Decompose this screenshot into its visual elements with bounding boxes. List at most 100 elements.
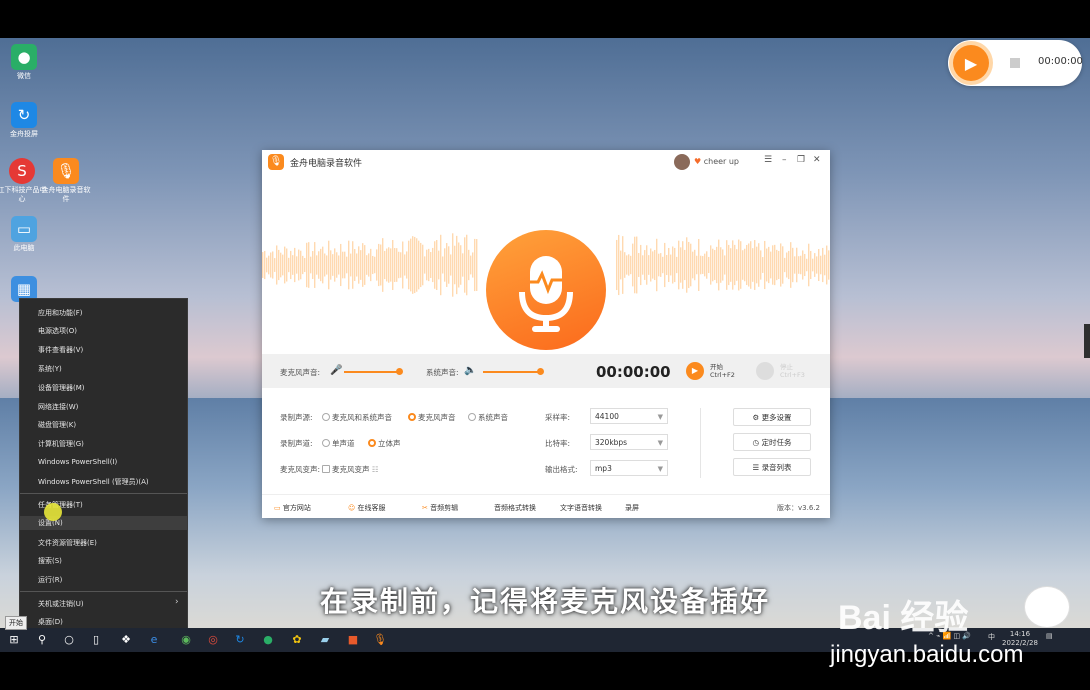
- format-select[interactable]: mp3 ▼: [590, 460, 668, 476]
- official-site-link[interactable]: ▭ 官方网站: [274, 503, 311, 513]
- recorder-taskbar-icon[interactable]: 🎙: [372, 632, 388, 648]
- waveform-bar: [316, 255, 318, 275]
- minimize-button[interactable]: –: [782, 155, 787, 165]
- waveform-bar: [814, 253, 816, 277]
- waveform-bar: [812, 258, 814, 272]
- waveform-bar: [744, 248, 746, 282]
- waveform-bar: [272, 251, 274, 279]
- menu-item[interactable]: 设置(N): [20, 516, 187, 530]
- timed-task-button[interactable]: ◷ 定时任务: [733, 433, 811, 451]
- tts-link[interactable]: 文字语音转换: [560, 503, 602, 513]
- waveform-bar: [824, 254, 826, 276]
- start-record-button[interactable]: ▶: [686, 362, 704, 380]
- record-list-button[interactable]: ☰ 录音列表: [733, 458, 811, 476]
- waveform-bar: [650, 248, 652, 282]
- app-grid-icon[interactable]: ❖: [118, 632, 134, 648]
- source-option-system[interactable]: 系统声音: [468, 412, 508, 423]
- windows-start-icon[interactable]: ⊞: [6, 632, 22, 648]
- audio-convert-link[interactable]: 音频格式转换: [494, 503, 536, 513]
- mini-stop-button[interactable]: [1010, 58, 1020, 68]
- menu-item[interactable]: 系统(Y): [38, 364, 62, 374]
- mascot-sticker: [1024, 586, 1070, 628]
- desktop-icon-screencast[interactable]: ↻ 金舟投屏: [0, 102, 50, 139]
- menu-item[interactable]: 磁盘管理(K): [38, 420, 76, 430]
- audio-edit-link[interactable]: ✂ 音频剪辑: [422, 503, 458, 513]
- channel-option-stereo[interactable]: 立体声: [368, 438, 401, 449]
- desktop-icon-recorder[interactable]: 🎙 金舟电脑录音软件: [40, 158, 92, 204]
- menu-item[interactable]: 计算机管理(G): [38, 439, 84, 449]
- desktop-icon-computer[interactable]: ▭ 此电脑: [0, 216, 50, 253]
- voice-change-checkbox[interactable]: 麦克风变声 ☷: [322, 464, 379, 475]
- sample-rate-select[interactable]: 44100 ▼: [590, 408, 668, 424]
- radio-icon: [322, 439, 330, 447]
- waveform-bar: [436, 240, 438, 290]
- waveform-bar: [396, 248, 398, 282]
- waveform-bar: [462, 253, 464, 277]
- notification-icon[interactable]: ▤: [1046, 632, 1053, 640]
- video-app-icon[interactable]: ■: [345, 632, 361, 648]
- waveform-bar: [702, 256, 704, 274]
- waveform-bar: [360, 250, 362, 280]
- channel-option-mono[interactable]: 单声道: [322, 438, 355, 449]
- menu-item[interactable]: 网络连接(W): [38, 402, 78, 412]
- waveform-bar: [348, 240, 350, 290]
- waveform-bar: [312, 251, 314, 279]
- mini-play-button[interactable]: ▶: [953, 45, 989, 81]
- task-view-icon[interactable]: ▯: [88, 632, 104, 648]
- footer-link-text: 在线客服: [357, 504, 386, 512]
- cortana-icon[interactable]: ○: [61, 632, 77, 648]
- system-volume-knob[interactable]: [537, 368, 544, 375]
- more-settings-button[interactable]: ⚙ 更多设置: [733, 408, 811, 426]
- waveform-bar: [474, 238, 476, 292]
- radio-icon: [468, 413, 476, 421]
- chrome-icon[interactable]: ◎: [205, 632, 221, 648]
- waveform-bar: [640, 244, 642, 286]
- search-icon[interactable]: ⚲: [34, 632, 50, 648]
- waveform-bar: [450, 254, 452, 276]
- menu-item[interactable]: 应用和功能(F): [38, 308, 83, 318]
- waveform-bar: [276, 245, 278, 285]
- menu-item[interactable]: 电源选项(O): [38, 326, 77, 336]
- source-option-both[interactable]: 麦克风和系统声音: [322, 412, 392, 423]
- screen-record-link[interactable]: 录屏: [625, 503, 639, 513]
- waveform-bar: [634, 236, 636, 294]
- settings-divider: [700, 408, 701, 478]
- waveform-bar: [448, 246, 450, 284]
- waveform-bar: [380, 244, 382, 286]
- menu-item[interactable]: Windows PowerShell (管理员)(A): [38, 477, 149, 487]
- menu-item[interactable]: 事件查看器(V): [38, 345, 83, 355]
- menu-item[interactable]: 搜索(S): [38, 556, 62, 566]
- waveform-bar: [366, 255, 368, 275]
- waveform-bar: [384, 250, 386, 280]
- bitrate-select[interactable]: 320kbps ▼: [590, 434, 668, 450]
- mic-volume-knob[interactable]: [396, 368, 404, 375]
- online-support-link[interactable]: ☺ 在线客服: [348, 503, 386, 513]
- waveform-bar: [734, 244, 736, 286]
- waveform-bar: [772, 245, 774, 285]
- browser-icon[interactable]: ◉: [178, 632, 194, 648]
- menu-item[interactable]: Windows PowerShell(I): [38, 458, 117, 466]
- close-button[interactable]: ✕: [813, 155, 821, 165]
- menu-button[interactable]: ☰: [764, 155, 772, 165]
- fan-icon[interactable]: ✿: [289, 632, 305, 648]
- stop-record-button[interactable]: [756, 362, 774, 380]
- voice-settings-icon[interactable]: ☷: [372, 465, 379, 474]
- waveform-bar: [340, 243, 342, 287]
- maximize-button[interactable]: ❐: [797, 155, 805, 165]
- user-name[interactable]: ♥ cheer up: [694, 157, 739, 166]
- menu-item[interactable]: 设备管理器(M): [38, 383, 85, 393]
- waveform-bar: [762, 257, 764, 273]
- notes-icon[interactable]: ▰: [317, 632, 333, 648]
- desktop-icon-wechat[interactable]: ● 微信: [0, 44, 50, 81]
- waveform-bar: [732, 240, 734, 290]
- menu-item[interactable]: 文件资源管理器(E): [38, 538, 97, 548]
- waveform-bar: [398, 251, 400, 279]
- waveform-bar: [338, 255, 340, 275]
- source-option-mic[interactable]: 麦克风声音: [408, 412, 456, 423]
- waveform-bar: [264, 250, 266, 280]
- screencast-taskbar-icon[interactable]: ↻: [232, 632, 248, 648]
- waveform-bar: [298, 249, 300, 281]
- user-avatar[interactable]: [674, 154, 690, 170]
- wechat-taskbar-icon[interactable]: ●: [260, 632, 276, 648]
- ie-icon[interactable]: e: [146, 632, 162, 648]
